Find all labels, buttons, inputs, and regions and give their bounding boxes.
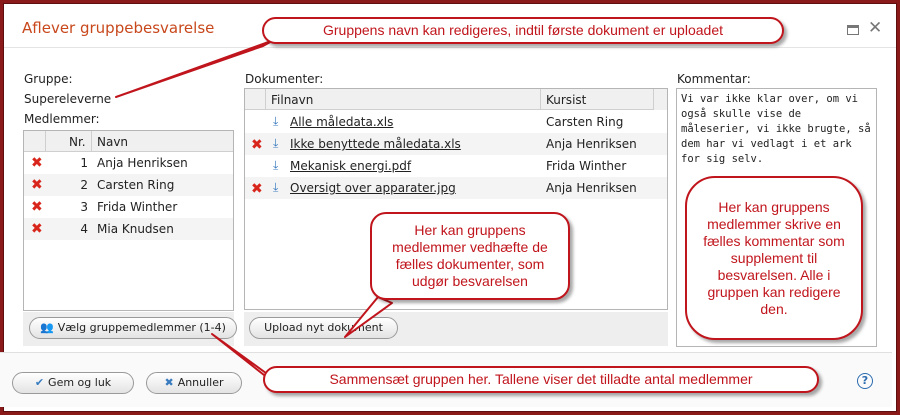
members-grid: Nr. Navn ✖ 1 Anja Henriksen ✖ 2 Carsten … [23, 130, 234, 311]
member-name: Anja Henriksen [97, 156, 188, 170]
document-link[interactable]: Oversigt over apparater.jpg [290, 181, 456, 195]
save-close-button[interactable]: ✔ Gem og luk [12, 372, 134, 394]
members-label: Medlemmer: [24, 112, 100, 126]
download-icon[interactable]: ⤓ [273, 137, 285, 151]
column-header-name[interactable]: Navn [97, 135, 128, 149]
member-nr: 4 [80, 222, 88, 236]
document-student: Anja Henriksen [546, 181, 637, 195]
document-row[interactable]: ⤓ Alle måledata.xls Carsten Ring [245, 111, 667, 133]
member-row[interactable]: ✖ 1 Anja Henriksen [24, 152, 233, 174]
remove-member-icon[interactable]: ✖ [31, 222, 43, 236]
download-icon[interactable]: ⤓ [273, 115, 285, 129]
document-row[interactable]: ⤓ Mekanisk energi.pdf Frida Winther [245, 155, 667, 177]
maximize-icon[interactable] [847, 25, 859, 35]
document-link[interactable]: Mekanisk energi.pdf [290, 159, 411, 173]
member-name: Carsten Ring [97, 178, 175, 192]
members-grid-header: Nr. Navn [24, 131, 233, 152]
column-header-filename[interactable]: Filnavn [271, 93, 313, 107]
remove-member-icon[interactable]: ✖ [31, 200, 43, 214]
upload-document-button[interactable]: Upload nyt dokument [249, 317, 398, 339]
download-icon[interactable]: ⤓ [273, 181, 285, 195]
remove-member-icon[interactable]: ✖ [31, 156, 43, 170]
remove-document-icon[interactable]: ✖ [251, 138, 263, 152]
member-row[interactable]: ✖ 3 Frida Winther [24, 196, 233, 218]
download-icon[interactable]: ⤓ [273, 159, 285, 173]
cancel-label: Annuller [177, 376, 224, 389]
group-name-field[interactable]: Supereleverne [24, 92, 111, 106]
document-link[interactable]: Alle måledata.xls [290, 115, 393, 129]
users-icon: 👥 [40, 321, 54, 334]
callout-comment: Her kan gruppens medlemmer skrive en fæl… [685, 176, 863, 340]
remove-member-icon[interactable]: ✖ [31, 178, 43, 192]
document-student: Anja Henriksen [546, 137, 637, 151]
comment-label: Kommentar: [677, 72, 751, 86]
member-nr: 3 [80, 200, 88, 214]
member-row[interactable]: ✖ 2 Carsten Ring [24, 174, 233, 196]
document-row[interactable]: ✖ ⤓ Oversigt over apparater.jpg Anja Hen… [245, 177, 667, 199]
member-nr: 2 [80, 178, 88, 192]
member-name: Mia Knudsen [97, 222, 174, 236]
document-link[interactable]: Ikke benyttede måledata.xls [290, 137, 461, 151]
group-label: Gruppe: [24, 72, 73, 86]
member-nr: 1 [80, 156, 88, 170]
callout-members: Sammensæt gruppen her. Tallene viser det… [263, 366, 819, 393]
save-close-label: Gem og luk [48, 376, 112, 389]
column-header-student[interactable]: Kursist [546, 93, 586, 107]
cancel-icon: ✖ [164, 376, 174, 389]
document-student: Carsten Ring [546, 115, 624, 129]
documents-grid-header: Filnavn Kursist [245, 89, 667, 110]
callout-documents: Her kan gruppens medlemmer vedhæfte de f… [370, 212, 570, 300]
document-row[interactable]: ✖ ⤓ Ikke benyttede måledata.xls Anja Hen… [245, 133, 667, 155]
help-icon[interactable]: ? [857, 373, 873, 389]
close-icon[interactable]: ✕ [868, 19, 882, 37]
select-members-button[interactable]: 👥 Vælg gruppemedlemmer (1-4) [29, 317, 237, 339]
member-name: Frida Winther [97, 200, 178, 214]
remove-document-icon[interactable]: ✖ [251, 182, 263, 196]
grid-scrollbar-corner [653, 89, 667, 110]
document-student: Frida Winther [546, 159, 627, 173]
checkmark-icon: ✔ [34, 376, 45, 389]
callout-group-name: Gruppens navn kan redigeres, indtil førs… [262, 17, 784, 44]
dialog-title: Aflever gruppebesvarelse [22, 19, 215, 37]
cancel-button[interactable]: ✖ Annuller [146, 372, 242, 394]
member-row[interactable]: ✖ 4 Mia Knudsen [24, 218, 233, 240]
column-header-nr[interactable]: Nr. [69, 135, 86, 149]
select-members-label: Vælg gruppemedlemmer (1-4) [57, 321, 226, 334]
documents-label: Dokumenter: [245, 72, 324, 86]
